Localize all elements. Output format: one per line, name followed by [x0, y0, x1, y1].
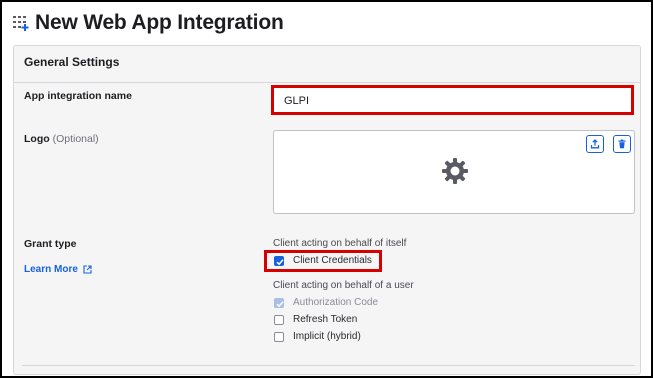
logo-label: Logo (Optional): [24, 133, 99, 145]
learn-more-text: Learn More: [24, 264, 78, 275]
delete-button[interactable]: [613, 135, 631, 153]
grid-plus-icon: [13, 16, 29, 31]
checkbox[interactable]: [274, 314, 284, 325]
upload-button[interactable]: [586, 135, 604, 153]
section-title: General Settings: [24, 55, 120, 69]
checkbox[interactable]: [274, 331, 284, 342]
option-label: Authorization Code: [293, 297, 379, 308]
option-implicit-hybrid[interactable]: Implicit (hybrid): [274, 331, 361, 342]
grant-type-label: Grant type: [24, 238, 77, 250]
checkbox: [274, 297, 284, 308]
logo-dropzone[interactable]: [273, 130, 635, 214]
highlight-box: [264, 250, 382, 272]
gear-icon: [442, 158, 468, 184]
page-header: New Web App Integration: [12, 10, 284, 36]
external-link-icon: [83, 265, 92, 274]
option-label: Implicit (hybrid): [293, 331, 361, 342]
self-heading: Client acting on behalf of itself: [273, 238, 407, 249]
learn-more-link[interactable]: Learn More: [24, 264, 92, 275]
general-settings-panel: General Settings App integration name GL…: [13, 45, 641, 375]
upload-icon: [590, 139, 600, 149]
app-name-input[interactable]: GLPI: [271, 85, 634, 115]
divider: [22, 365, 635, 366]
divider: [14, 82, 640, 83]
app-name-label: App integration name: [24, 90, 132, 102]
option-authorization-code: Authorization Code: [274, 297, 378, 308]
trash-icon: [618, 139, 626, 149]
user-heading: Client acting on behalf of a user: [273, 280, 414, 291]
option-label: Refresh Token: [293, 314, 358, 325]
option-refresh-token[interactable]: Refresh Token: [274, 314, 357, 325]
page-title: New Web App Integration: [35, 11, 284, 34]
optional-text: (Optional): [52, 133, 99, 145]
check-icon: [276, 300, 284, 307]
logo-label-text: Logo: [24, 133, 50, 145]
